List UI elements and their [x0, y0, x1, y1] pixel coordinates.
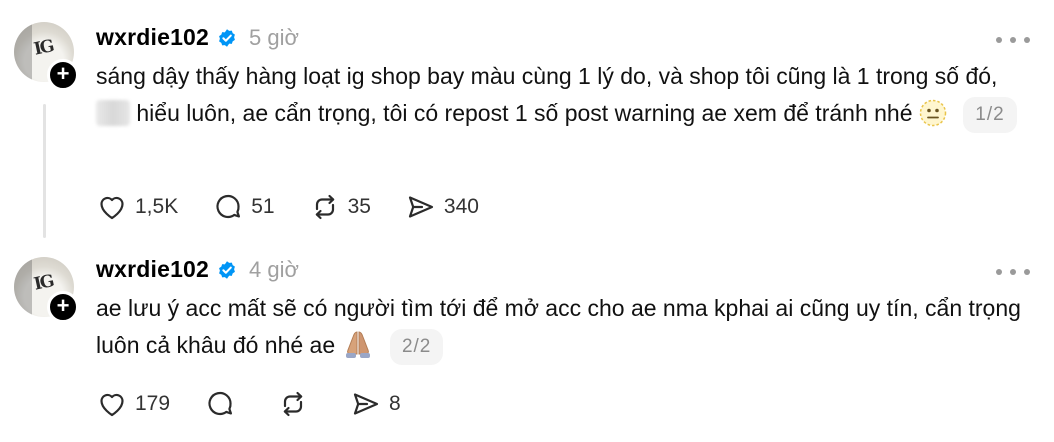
repost-icon [315, 194, 334, 220]
comment-icon [216, 194, 241, 219]
post-header: wxrdie102 5 giờ [96, 24, 299, 51]
post-header: wxrdie102 4 giờ [96, 256, 299, 283]
share-button[interactable]: 340 [405, 187, 479, 227]
neutral-face-emoji [919, 99, 947, 127]
share-button[interactable]: 8 [350, 384, 401, 424]
repost-button[interactable] [277, 384, 316, 424]
thread-connector-line [43, 104, 46, 238]
like-count: 179 [135, 392, 171, 415]
thread-page-indicator: 1/2 [963, 97, 1017, 133]
comment-count: 51 [251, 195, 275, 218]
repost-button[interactable]: 35 [309, 187, 371, 227]
action-bar: 1,5K 51 35 340 [96, 187, 513, 227]
username[interactable]: wxrdie102 [96, 256, 209, 283]
share-count: 340 [443, 195, 479, 218]
verified-badge-icon [219, 260, 235, 279]
heart-icon [100, 393, 124, 417]
send-icon [353, 393, 379, 415]
comment-button[interactable]: 51 [212, 187, 275, 227]
folded-hands-emoji [345, 331, 370, 358]
thread-post-2: IG + wxrdie102 4 giờ ae lưu ý acc mất sẽ… [0, 242, 1054, 442]
comment-button[interactable] [204, 384, 243, 424]
share-count: 8 [389, 392, 401, 415]
thread-post-1: IG + wxrdie102 5 giờ sáng dậy thấy hàng … [0, 0, 1054, 242]
like-count: 1,5K [135, 195, 179, 218]
timestamp: 4 giờ [249, 256, 299, 282]
repost-icon [283, 391, 303, 417]
action-bar: 179 8 [96, 384, 435, 424]
post-text-part-2: hiểu luôn, ae cẩn trọng, tôi có repost 1… [136, 100, 913, 126]
repost-count: 35 [347, 195, 371, 218]
post-text-part-1: ae lưu ý acc mất sẽ có người tìm tới để … [96, 295, 1021, 358]
timestamp: 5 giờ [249, 24, 299, 50]
thread-page-indicator: 2/2 [389, 329, 444, 365]
like-button[interactable]: 1,5K [96, 187, 178, 227]
follow-plus-button[interactable]: + [47, 59, 79, 91]
post-text: sáng dậy thấy hàng loạt ig shop bay màu … [96, 58, 1026, 133]
send-icon [408, 196, 434, 218]
verified-badge-icon [219, 28, 235, 47]
heart-icon [100, 196, 124, 220]
follow-plus-button[interactable]: + [47, 291, 79, 323]
like-button[interactable]: 179 [96, 384, 170, 424]
post-text-part-1: sáng dậy thấy hàng loạt ig shop bay màu … [96, 63, 998, 89]
username[interactable]: wxrdie102 [96, 24, 209, 51]
more-options-icon[interactable] [996, 262, 1030, 282]
post-text: ae lưu ý acc mất sẽ có người tìm tới để … [96, 290, 1026, 365]
censored-word [96, 100, 130, 126]
comment-icon [208, 391, 233, 416]
more-options-icon[interactable] [996, 30, 1030, 50]
